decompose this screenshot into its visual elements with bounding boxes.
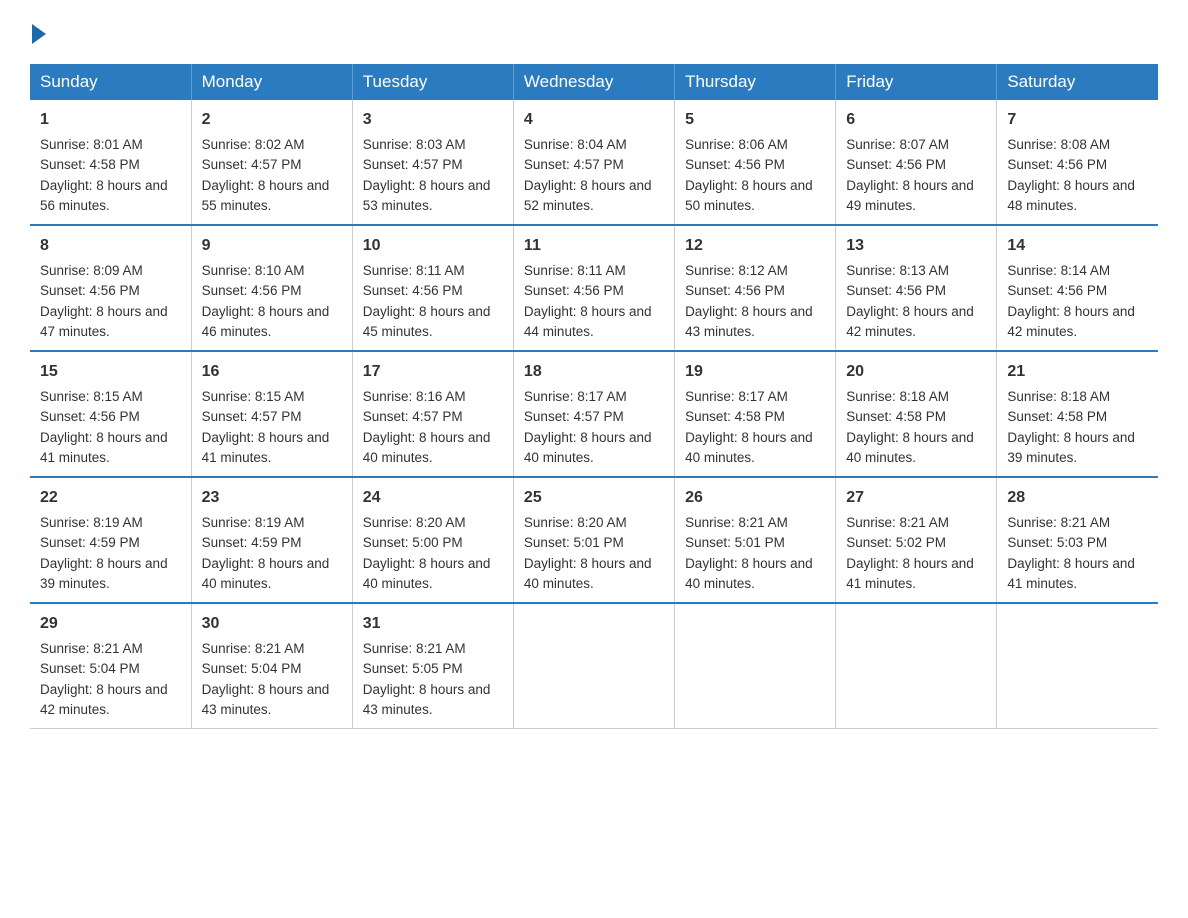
logo [30,20,46,44]
calendar-cell: 15Sunrise: 8:15 AMSunset: 4:56 PMDayligh… [30,351,191,477]
day-number: 18 [524,360,664,384]
calendar-day-header: Thursday [675,64,836,100]
day-number: 6 [846,108,986,132]
calendar-cell [675,603,836,729]
calendar-cell: 26Sunrise: 8:21 AMSunset: 5:01 PMDayligh… [675,477,836,603]
calendar-cell: 19Sunrise: 8:17 AMSunset: 4:58 PMDayligh… [675,351,836,477]
page-header [30,20,1158,44]
calendar-cell: 29Sunrise: 8:21 AMSunset: 5:04 PMDayligh… [30,603,191,729]
calendar-cell: 28Sunrise: 8:21 AMSunset: 5:03 PMDayligh… [997,477,1158,603]
day-number: 12 [685,234,825,258]
logo-arrow-icon [32,24,46,44]
calendar-cell [836,603,997,729]
day-number: 27 [846,486,986,510]
day-number: 24 [363,486,503,510]
calendar-cell: 21Sunrise: 8:18 AMSunset: 4:58 PMDayligh… [997,351,1158,477]
calendar-week-row: 8Sunrise: 8:09 AMSunset: 4:56 PMDaylight… [30,225,1158,351]
calendar-day-header: Sunday [30,64,191,100]
day-number: 11 [524,234,664,258]
calendar-cell: 27Sunrise: 8:21 AMSunset: 5:02 PMDayligh… [836,477,997,603]
day-number: 4 [524,108,664,132]
calendar-cell: 8Sunrise: 8:09 AMSunset: 4:56 PMDaylight… [30,225,191,351]
calendar-cell: 5Sunrise: 8:06 AMSunset: 4:56 PMDaylight… [675,100,836,225]
day-number: 3 [363,108,503,132]
calendar-day-header: Friday [836,64,997,100]
day-number: 8 [40,234,181,258]
calendar-day-header: Wednesday [513,64,674,100]
calendar-table: SundayMondayTuesdayWednesdayThursdayFrid… [30,64,1158,729]
day-number: 14 [1007,234,1148,258]
day-number: 10 [363,234,503,258]
day-number: 7 [1007,108,1148,132]
calendar-day-header: Saturday [997,64,1158,100]
calendar-cell: 22Sunrise: 8:19 AMSunset: 4:59 PMDayligh… [30,477,191,603]
day-number: 1 [40,108,181,132]
day-number: 17 [363,360,503,384]
calendar-cell: 25Sunrise: 8:20 AMSunset: 5:01 PMDayligh… [513,477,674,603]
day-number: 21 [1007,360,1148,384]
day-number: 9 [202,234,342,258]
calendar-day-header: Tuesday [352,64,513,100]
day-number: 28 [1007,486,1148,510]
calendar-cell: 31Sunrise: 8:21 AMSunset: 5:05 PMDayligh… [352,603,513,729]
day-number: 20 [846,360,986,384]
day-number: 5 [685,108,825,132]
calendar-cell: 17Sunrise: 8:16 AMSunset: 4:57 PMDayligh… [352,351,513,477]
day-number: 30 [202,612,342,636]
day-number: 13 [846,234,986,258]
calendar-cell: 16Sunrise: 8:15 AMSunset: 4:57 PMDayligh… [191,351,352,477]
day-number: 25 [524,486,664,510]
day-number: 15 [40,360,181,384]
calendar-cell: 24Sunrise: 8:20 AMSunset: 5:00 PMDayligh… [352,477,513,603]
calendar-cell: 7Sunrise: 8:08 AMSunset: 4:56 PMDaylight… [997,100,1158,225]
day-number: 26 [685,486,825,510]
calendar-cell: 3Sunrise: 8:03 AMSunset: 4:57 PMDaylight… [352,100,513,225]
calendar-cell: 9Sunrise: 8:10 AMSunset: 4:56 PMDaylight… [191,225,352,351]
calendar-cell: 4Sunrise: 8:04 AMSunset: 4:57 PMDaylight… [513,100,674,225]
calendar-cell: 14Sunrise: 8:14 AMSunset: 4:56 PMDayligh… [997,225,1158,351]
day-number: 2 [202,108,342,132]
calendar-body: 1Sunrise: 8:01 AMSunset: 4:58 PMDaylight… [30,100,1158,729]
calendar-week-row: 15Sunrise: 8:15 AMSunset: 4:56 PMDayligh… [30,351,1158,477]
calendar-cell: 23Sunrise: 8:19 AMSunset: 4:59 PMDayligh… [191,477,352,603]
day-number: 31 [363,612,503,636]
calendar-week-row: 1Sunrise: 8:01 AMSunset: 4:58 PMDaylight… [30,100,1158,225]
calendar-cell [997,603,1158,729]
calendar-cell: 1Sunrise: 8:01 AMSunset: 4:58 PMDaylight… [30,100,191,225]
calendar-week-row: 29Sunrise: 8:21 AMSunset: 5:04 PMDayligh… [30,603,1158,729]
day-number: 22 [40,486,181,510]
calendar-cell: 6Sunrise: 8:07 AMSunset: 4:56 PMDaylight… [836,100,997,225]
calendar-cell: 12Sunrise: 8:12 AMSunset: 4:56 PMDayligh… [675,225,836,351]
calendar-cell: 11Sunrise: 8:11 AMSunset: 4:56 PMDayligh… [513,225,674,351]
calendar-week-row: 22Sunrise: 8:19 AMSunset: 4:59 PMDayligh… [30,477,1158,603]
day-number: 29 [40,612,181,636]
calendar-cell: 30Sunrise: 8:21 AMSunset: 5:04 PMDayligh… [191,603,352,729]
calendar-cell: 20Sunrise: 8:18 AMSunset: 4:58 PMDayligh… [836,351,997,477]
calendar-cell [513,603,674,729]
calendar-day-header: Monday [191,64,352,100]
calendar-cell: 18Sunrise: 8:17 AMSunset: 4:57 PMDayligh… [513,351,674,477]
calendar-cell: 2Sunrise: 8:02 AMSunset: 4:57 PMDaylight… [191,100,352,225]
day-number: 23 [202,486,342,510]
day-number: 19 [685,360,825,384]
calendar-cell: 13Sunrise: 8:13 AMSunset: 4:56 PMDayligh… [836,225,997,351]
calendar-cell: 10Sunrise: 8:11 AMSunset: 4:56 PMDayligh… [352,225,513,351]
calendar-header-row: SundayMondayTuesdayWednesdayThursdayFrid… [30,64,1158,100]
day-number: 16 [202,360,342,384]
